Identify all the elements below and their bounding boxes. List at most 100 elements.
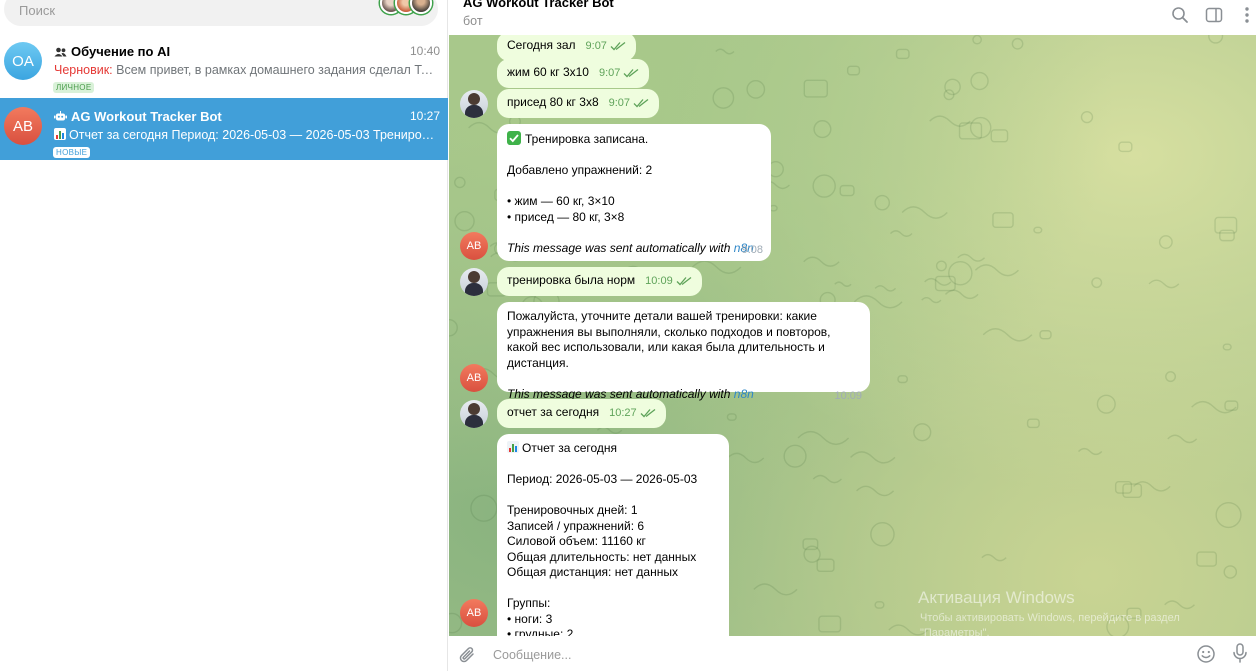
chat-item-workout-bot[interactable]: AB AG Workout Tracker Bot 10:27 Отчет за…: [0, 98, 448, 160]
message-line: Период: 2026-05-03 — 2026-05-03: [507, 472, 698, 486]
message-title: Отчет за сегодня: [522, 441, 618, 455]
wallpaper-doodle: [797, 430, 850, 446]
microphone-icon[interactable]: [1232, 643, 1248, 665]
wallpaper-doodle: [1167, 434, 1198, 444]
attach-icon[interactable]: [459, 645, 477, 665]
message-incoming[interactable]: Отчет за сегодня Период: 2026-05-03 — 20…: [497, 434, 729, 636]
message-outgoing[interactable]: присед 80 кг 3х8 9:07: [497, 89, 660, 118]
chat-title: AG Workout Tracker Bot: [54, 109, 222, 124]
message-time: 9:07: [598, 67, 621, 79]
wallpaper-doodle: [1096, 394, 1116, 414]
check-mark-icon: [507, 131, 521, 145]
message-line: Записей / упражнений: 6: [507, 518, 645, 533]
wallpaper-doodle: [753, 583, 798, 596]
wallpaper-doodle: [834, 281, 852, 287]
wallpaper-doodle: [981, 553, 1007, 562]
message-outgoing[interactable]: отчет за сегодня 10:27: [497, 399, 666, 428]
emoji-icon[interactable]: [1196, 644, 1216, 664]
wallpaper-doodle: [895, 48, 910, 60]
user-avatar[interactable]: [460, 90, 488, 118]
message-time: 10:09: [834, 389, 862, 402]
wallpaper-doodle: [850, 451, 896, 464]
message-outgoing[interactable]: Сегодня зал 9:07: [497, 35, 636, 61]
wallpaper-doodle: [913, 423, 932, 442]
chat-item-ai-course[interactable]: OA Обучение по AI 10:40 Черновик: Всем п…: [0, 33, 448, 95]
wallpaper-doodle: [1091, 277, 1103, 289]
wallpaper-doodle: [812, 474, 842, 484]
wallpaper-doodle: [1208, 35, 1224, 44]
message-composer: Сообщение...: [449, 636, 1256, 671]
n8n-link[interactable]: n8n: [734, 387, 754, 401]
message-outgoing[interactable]: тренировка была норм 10:09: [497, 267, 702, 296]
wallpaper-doodle: [596, 426, 623, 434]
bot-avatar[interactable]: AB: [460, 599, 488, 627]
message-line: • присед — 80 кг, 3×8: [507, 209, 625, 224]
chat-preview-text: Отчет за сегодня Период: 2026-05-03 — 20…: [69, 128, 440, 142]
wallpaper-doodle: [803, 256, 840, 267]
user-avatar[interactable]: [460, 400, 488, 428]
wallpaper-doodle: [856, 485, 895, 497]
bot-avatar[interactable]: AB: [460, 232, 488, 260]
wallpaper-doodle: [1215, 501, 1242, 529]
message-line: Тренировочных дней: 1: [507, 503, 638, 517]
user-avatar[interactable]: [460, 268, 488, 296]
chat-time: 10:27: [409, 109, 440, 123]
message-line: Общая длительность: нет данных: [507, 549, 697, 564]
wallpaper-doodle: [990, 129, 1009, 143]
message-time: 10:09: [645, 275, 673, 287]
sidebar-toggle-icon[interactable]: [1204, 5, 1224, 25]
message-text: Пожалуйста, уточните детали вашей тренир…: [507, 309, 831, 370]
chat-header-status: бот: [463, 14, 483, 28]
search-input[interactable]: Поиск: [19, 3, 55, 18]
wallpaper-doodle: [921, 297, 942, 304]
wallpaper-doodle: [1196, 551, 1217, 567]
folder-tag: ЛИЧНОЕ: [53, 82, 95, 93]
wallpaper-doodle: [870, 521, 895, 547]
message-incoming[interactable]: Пожалуйста, уточните детали вашей тренир…: [497, 302, 870, 402]
wallpaper-doodle: [874, 601, 885, 609]
message-line: Добавлено упражнений: 2: [507, 163, 653, 177]
wallpaper-doodle: [889, 230, 913, 237]
chat-preview-text: Всем привет, в рамках домашнего задания …: [112, 63, 440, 77]
wallpaper-doodle: [901, 206, 948, 219]
more-options-icon[interactable]: [1237, 5, 1256, 25]
chart-icon: [54, 128, 66, 140]
chat-header: AG Workout Tracker Bot бот: [449, 0, 1256, 35]
wallpaper-doodle: [816, 558, 835, 573]
chart-icon: [507, 441, 519, 453]
search-icon[interactable]: [1170, 5, 1190, 25]
wallpaper-doodle: [1122, 483, 1143, 498]
avatar: OA: [4, 42, 42, 80]
wallpaper-doodle: [1191, 400, 1237, 414]
story-avatar[interactable]: [410, 0, 432, 14]
wallpaper-doodle: [897, 375, 908, 384]
chat-list-panel: Поиск OA Обучение по AI 10:40 Черновик: …: [0, 0, 448, 671]
wallpaper-doodle: [1033, 226, 1043, 234]
wallpaper-doodle: [839, 184, 855, 197]
search-bar[interactable]: Поиск: [4, 0, 438, 26]
wallpaper-doodle: [1133, 481, 1171, 492]
wallpaper-doodle: [957, 253, 986, 262]
wallpaper-doodle: [454, 176, 466, 189]
wallpaper-doodle: [972, 35, 982, 45]
bot-avatar[interactable]: AB: [460, 364, 488, 392]
wallpaper-doodle: [726, 413, 737, 421]
message-outgoing[interactable]: жим 60 кг 3х10 9:07: [497, 59, 650, 88]
windows-activation-title: Активация Windows: [918, 588, 1075, 607]
message-area[interactable]: Сегодня зал 9:07 жим 60 кг 3х10 9:07 присе…: [449, 35, 1256, 636]
wallpaper-doodle: [470, 494, 498, 522]
message-title: Тренировка записана.: [525, 132, 649, 146]
wallpaper-doodle: [712, 87, 735, 109]
message-incoming[interactable]: Тренировка записана. Добавлено упражнени…: [497, 124, 771, 261]
bot-icon: [54, 111, 67, 121]
double-check-icon: [610, 41, 626, 51]
folder-tag: НОВЫЕ: [53, 147, 91, 158]
message-line: • ноги: 3: [507, 611, 553, 626]
message-line: • жим — 60 кг, 3×10: [507, 194, 615, 208]
wallpaper-doodle: [929, 115, 971, 127]
message-time: 9:07: [585, 40, 607, 52]
stories-avatars[interactable]: [380, 0, 432, 16]
chat-header-title[interactable]: AG Workout Tracker Bot: [463, 0, 614, 10]
wallpaper-doodle: [803, 545, 821, 563]
message-input[interactable]: Сообщение...: [493, 648, 571, 662]
